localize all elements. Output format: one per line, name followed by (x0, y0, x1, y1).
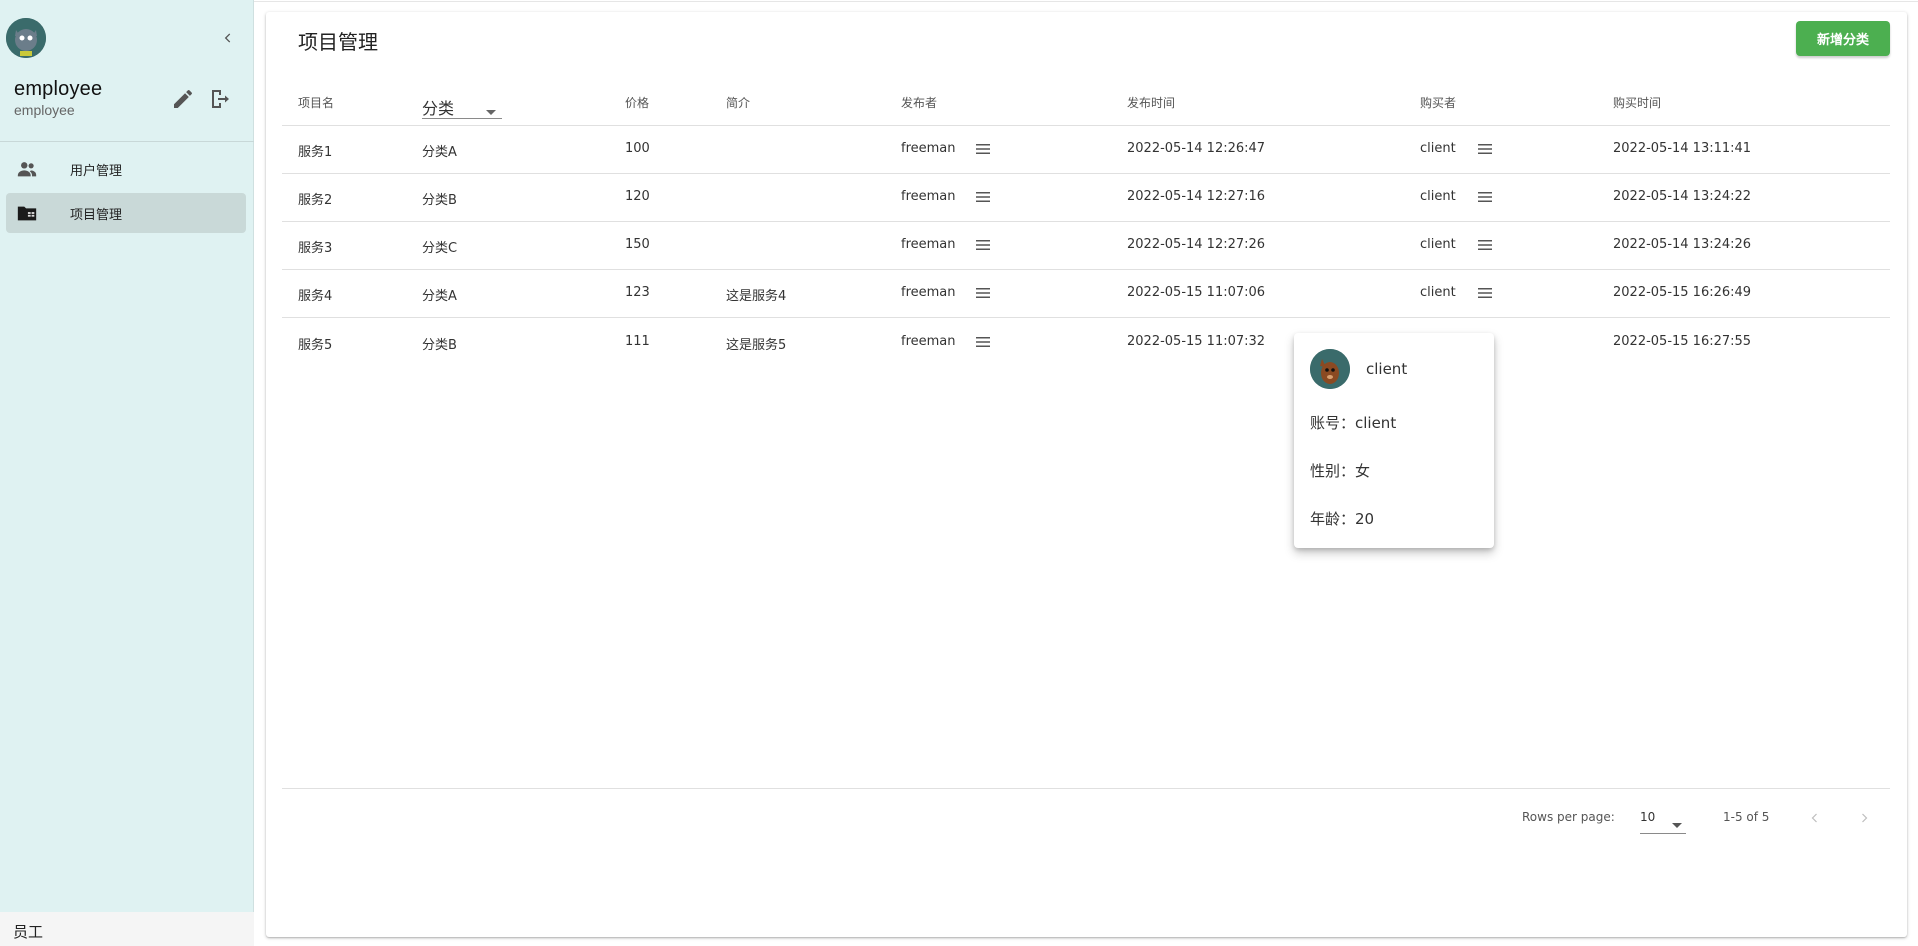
buyer-menu-icon[interactable] (1477, 285, 1493, 301)
user-info-popup: client 账号：client 性别：女 年龄：20 (1294, 333, 1494, 548)
popup-gender: 性别：女 (1310, 462, 1371, 480)
cell-name: 服务5 (298, 338, 333, 353)
buyer-menu-icon[interactable] (1477, 141, 1493, 157)
cell-price: 100 (625, 141, 650, 156)
cell-buyer: client (1420, 141, 1456, 156)
cell-category: 分类A (422, 145, 457, 160)
cell-price: 111 (625, 334, 650, 349)
sidebar-divider (0, 141, 254, 142)
category-filter-select[interactable]: 分类 (422, 93, 502, 119)
cell-publisher: freeman (901, 237, 956, 252)
user-avatar[interactable] (6, 18, 46, 58)
sidebar-item-label: 项目管理 (70, 207, 123, 223)
users-icon (15, 157, 39, 181)
cell-publisher: freeman (901, 334, 956, 349)
page-range-text: 1-5 of 5 (1723, 810, 1770, 824)
chevron-left-icon (1811, 813, 1817, 823)
cell-buy-time: 2022-05-14 13:24:26 (1613, 237, 1752, 252)
cell-publish-time: 2022-05-14 12:27:16 (1127, 189, 1266, 204)
column-header-intro[interactable]: 简介 (726, 94, 750, 111)
cell-publisher: freeman (901, 189, 956, 204)
add-category-button[interactable]: 新增分类 (1796, 21, 1890, 56)
logout-icon (212, 90, 229, 108)
sidebar: employee employee 用户管理 项目管理 员工 (0, 0, 254, 946)
publisher-menu-icon[interactable] (975, 141, 991, 157)
cell-intro: 这是服务4 (726, 289, 787, 304)
cell-buy-time: 2022-05-14 13:24:22 (1613, 189, 1752, 204)
previous-page-button[interactable] (1803, 806, 1827, 830)
cell-category: 分类C (422, 241, 458, 256)
popup-age: 年龄：20 (1310, 510, 1375, 528)
column-header-publish-time[interactable]: 发布时间 (1127, 94, 1175, 111)
cell-buyer: client (1420, 237, 1456, 252)
column-header-buyer[interactable]: 购买者 (1420, 94, 1456, 111)
popup-user-name: client (1366, 360, 1408, 378)
column-header-price[interactable]: 价格 (625, 94, 649, 111)
collapse-sidebar-button[interactable] (216, 26, 240, 50)
top-divider (254, 1, 1918, 2)
cell-name: 服务2 (298, 193, 333, 208)
sidebar-item-project-management[interactable]: 项目管理 (6, 193, 246, 233)
buyer-menu-icon[interactable] (1477, 237, 1493, 253)
cell-category: 分类B (422, 193, 457, 208)
publisher-menu-icon[interactable] (975, 285, 991, 301)
sidebar-item-label: 用户管理 (70, 163, 123, 179)
user-name: employee (14, 78, 103, 100)
cell-name: 服务4 (298, 289, 333, 304)
publisher-menu-icon[interactable] (975, 189, 991, 205)
folder-icon (15, 201, 39, 225)
cell-name: 服务3 (298, 241, 333, 256)
publisher-menu-icon[interactable] (975, 237, 991, 253)
cell-category: 分类A (422, 289, 457, 304)
cell-intro: 这是服务5 (726, 338, 787, 353)
rows-per-page-label: Rows per page: (1522, 810, 1615, 824)
popup-account: 账号：client (1310, 414, 1397, 432)
rows-per-page-select[interactable]: 10 (1640, 806, 1686, 834)
cell-publish-time: 2022-05-14 12:26:47 (1127, 141, 1266, 156)
buyer-menu-icon[interactable] (1477, 189, 1493, 205)
cell-price: 123 (625, 285, 650, 300)
cell-buy-time: 2022-05-14 13:11:41 (1613, 141, 1752, 156)
column-header-publisher[interactable]: 发布者 (901, 94, 937, 111)
category-filter-label: 分类 (422, 99, 455, 118)
sidebar-item-user-management[interactable]: 用户管理 (6, 149, 246, 189)
chevron-down-icon (486, 101, 496, 120)
cell-price: 150 (625, 237, 650, 252)
user-role: employee (14, 102, 75, 118)
page-title: 项目管理 (298, 30, 378, 54)
cell-category: 分类B (422, 338, 457, 353)
table-footer-divider (282, 788, 1890, 789)
next-page-button[interactable] (1852, 806, 1876, 830)
chevron-right-icon (1862, 813, 1868, 823)
cell-name: 服务1 (298, 145, 333, 160)
cell-buyer: client (1420, 285, 1456, 300)
cell-buy-time: 2022-05-15 16:26:49 (1613, 285, 1752, 300)
pencil-icon (174, 89, 193, 108)
column-header-buy-time[interactable]: 购买时间 (1613, 94, 1661, 111)
cell-publisher: freeman (901, 141, 956, 156)
column-header-name[interactable]: 项目名 (298, 94, 334, 111)
publisher-menu-icon[interactable] (975, 334, 991, 350)
cell-buyer: client (1420, 189, 1456, 204)
cell-buy-time: 2022-05-15 16:27:55 (1613, 334, 1752, 349)
edit-profile-button[interactable] (171, 87, 195, 111)
popup-avatar (1310, 349, 1350, 389)
chevron-down-icon (1672, 814, 1682, 833)
cell-price: 120 (625, 189, 650, 204)
cell-publish-time: 2022-05-14 12:27:26 (1127, 237, 1266, 252)
cell-publisher: freeman (901, 285, 956, 300)
logout-button[interactable] (207, 87, 231, 111)
cell-publish-time: 2022-05-15 11:07:32 (1127, 334, 1266, 349)
footer-role-label: 员工 (13, 923, 44, 941)
chevron-left-icon (224, 33, 231, 43)
cell-publish-time: 2022-05-15 11:07:06 (1127, 285, 1266, 300)
rows-per-page-value: 10 (1640, 810, 1656, 824)
